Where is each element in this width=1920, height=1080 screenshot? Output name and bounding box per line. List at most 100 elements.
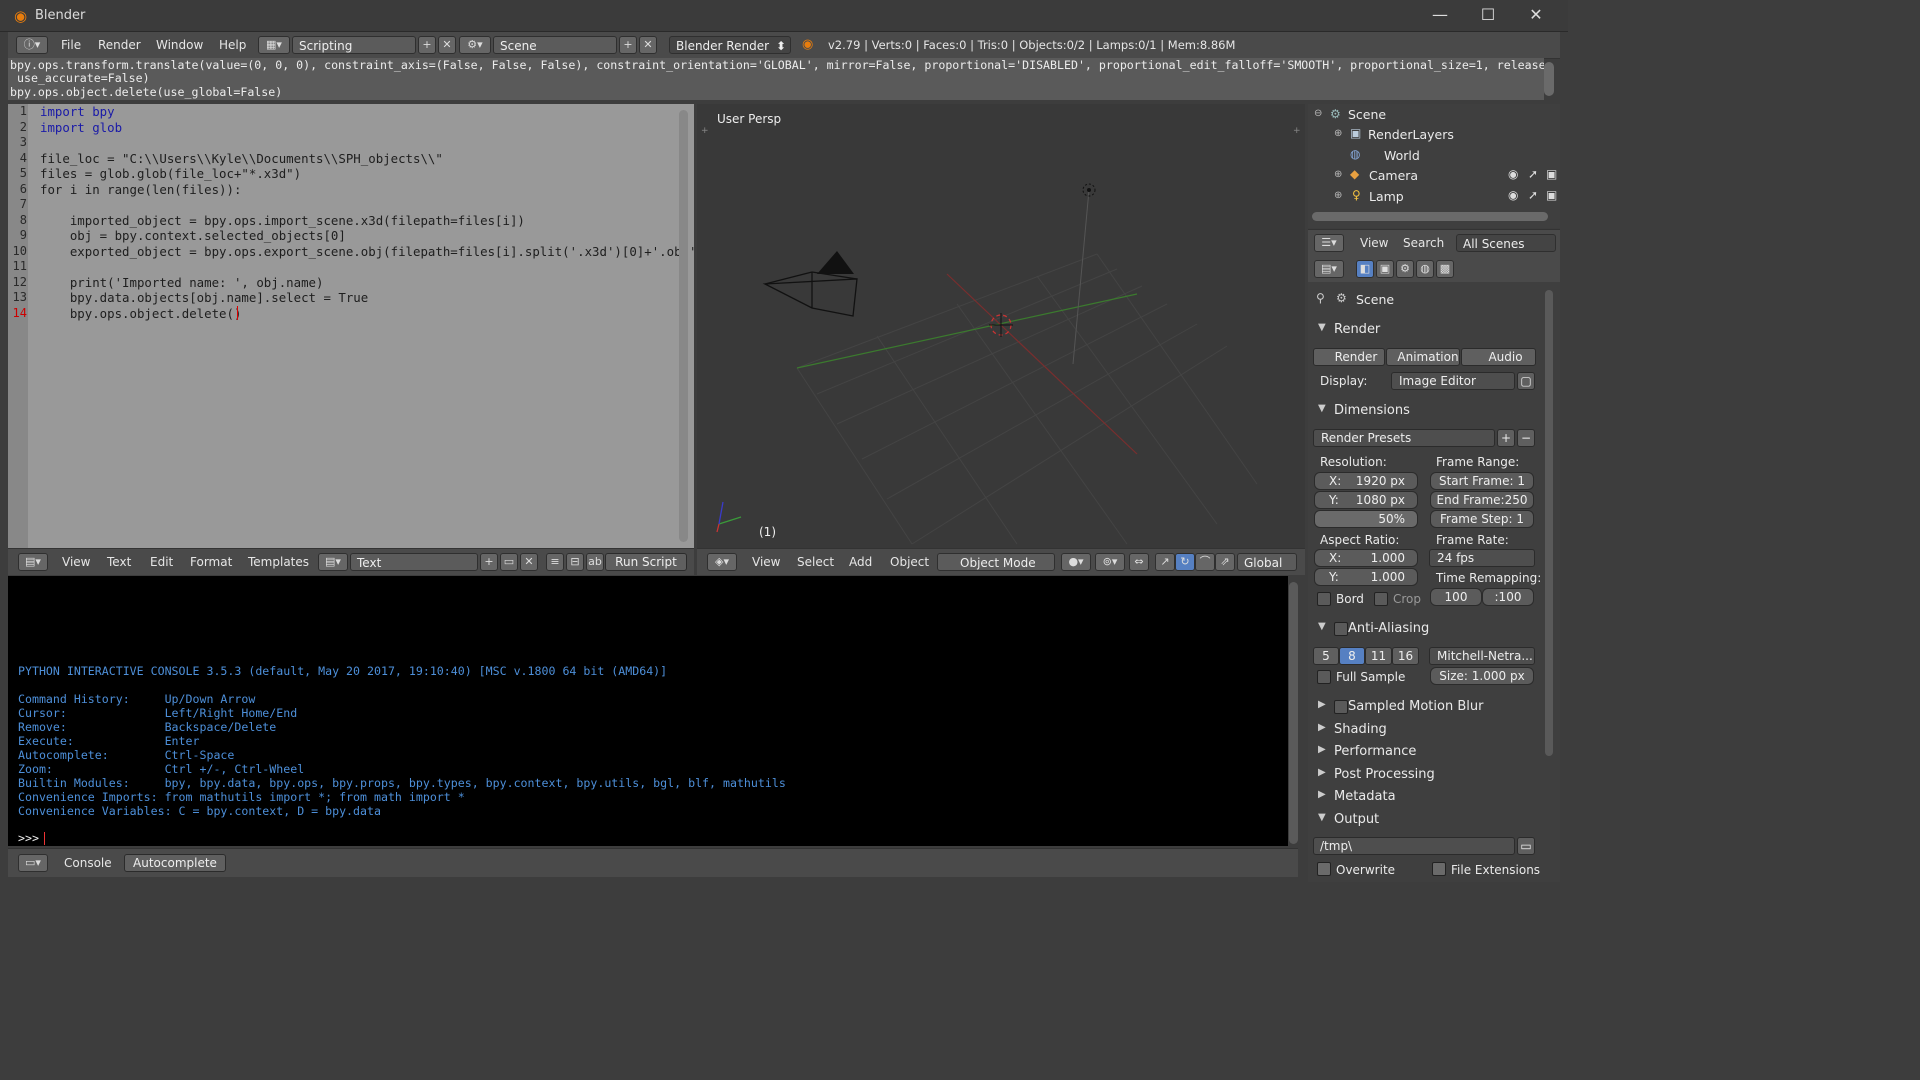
menu-format[interactable]: Format <box>190 555 232 569</box>
resolution-y-field[interactable]: Y: 1080 px <box>1314 491 1418 509</box>
motion-blur-checkbox[interactable] <box>1334 700 1348 714</box>
menu-object[interactable]: Object <box>890 555 929 569</box>
report-scrollbar[interactable] <box>1544 62 1554 96</box>
console-menu[interactable]: Console <box>64 856 112 870</box>
renderlayers-context-icon[interactable]: ▣ <box>1376 260 1394 278</box>
outliner[interactable]: ⊖ ⚙ Scene ⊕ ▣ RenderLayers ◍ World ⊕ ◆ C… <box>1308 104 1560 228</box>
syntax-highlight-toggle-icon[interactable]: ab <box>586 553 604 571</box>
renderability-icon[interactable]: ▣ <box>1546 188 1557 202</box>
selectability-cursor-icon[interactable]: ➚ <box>1528 167 1538 181</box>
screen-layout-icon[interactable]: ▦▾ <box>258 36 290 54</box>
aa-samples-11[interactable]: 11 <box>1365 647 1392 665</box>
maximize-button[interactable]: ☐ <box>1468 4 1508 26</box>
close-button[interactable]: ✕ <box>1516 4 1556 26</box>
new-text-icon[interactable]: + <box>480 553 498 571</box>
render-presets-select[interactable]: Render Presets <box>1313 429 1495 447</box>
display-select[interactable]: Image Editor <box>1391 372 1515 390</box>
aa-samples-16[interactable]: 16 <box>1392 647 1419 665</box>
expand-icon[interactable]: ⊕ <box>1334 128 1342 139</box>
interaction-mode-select[interactable]: Object Mode <box>937 553 1055 571</box>
time-remap-new-field[interactable]: :100 <box>1482 588 1534 606</box>
remove-preset-icon[interactable]: − <box>1517 429 1535 447</box>
pivot-point-icon[interactable]: ⊚▾ <box>1095 553 1125 571</box>
run-script-button[interactable]: Run Script <box>605 553 687 571</box>
end-frame-field[interactable]: End Frame:250 <box>1430 491 1534 509</box>
time-remap-old-field[interactable]: 100 <box>1430 588 1482 606</box>
panel-post-processing-header[interactable]: ▶ Post Processing <box>1312 765 1538 787</box>
scene-icon[interactable]: ⚙▾ <box>459 36 491 54</box>
menu-view[interactable]: View <box>1360 236 1388 250</box>
outliner-item-camera[interactable]: Camera <box>1369 168 1418 183</box>
aa-samples-5[interactable]: 5 <box>1313 647 1339 665</box>
collapse-icon[interactable]: ⊖ <box>1314 108 1322 119</box>
editor-type-3dview-icon[interactable]: ◈▾ <box>707 553 737 571</box>
panel-output-header[interactable]: ▼ Output <box>1312 810 1538 832</box>
panel-performance-header[interactable]: ▶ Performance <box>1312 742 1538 764</box>
pin-icon[interactable]: ⚲ <box>1316 291 1325 305</box>
menu-select[interactable]: Select <box>797 555 834 569</box>
toolshelf-toggle-icon[interactable]: + <box>701 126 709 136</box>
add-scene-icon[interactable]: + <box>619 36 637 54</box>
remove-layout-icon[interactable]: ✕ <box>438 36 456 54</box>
scale-manipulator-icon[interactable]: ⌒ <box>1195 553 1215 571</box>
aa-samples-8[interactable]: 8 <box>1339 647 1365 665</box>
border-checkbox[interactable] <box>1317 592 1331 606</box>
editor-type-info-icon[interactable]: ⓘ▾ <box>16 36 48 54</box>
menu-text[interactable]: Text <box>107 555 131 569</box>
menu-view[interactable]: View <box>62 555 90 569</box>
word-wrap-toggle-icon[interactable]: ⊟ <box>566 553 584 571</box>
panel-metadata-header[interactable]: ▶ Metadata <box>1312 787 1538 809</box>
resolution-x-field[interactable]: X: 1920 px <box>1314 472 1418 490</box>
minimize-button[interactable]: — <box>1420 4 1460 26</box>
outliner-item-lamp[interactable]: Lamp <box>1369 189 1404 204</box>
code-area[interactable]: import bpy import glob file_loc = "C:\\U… <box>8 104 696 548</box>
aa-filter-select[interactable]: Mitchell-Netra... <box>1429 647 1535 665</box>
open-text-icon[interactable]: ▭ <box>500 553 518 571</box>
properties-toggle-icon[interactable]: + <box>1293 126 1301 136</box>
outliner-item-world[interactable]: World <box>1384 148 1420 163</box>
menu-templates[interactable]: Templates <box>248 555 309 569</box>
render-context-icon[interactable]: ◧ <box>1356 260 1374 278</box>
scene-field[interactable]: Scene <box>493 36 617 54</box>
browse-folder-icon[interactable]: ▭ <box>1517 837 1535 855</box>
add-preset-icon[interactable]: + <box>1497 429 1515 447</box>
renderability-icon[interactable]: ▣ <box>1546 167 1557 181</box>
visibility-eye-icon[interactable]: ◉ <box>1508 167 1518 181</box>
lock-interface-icon[interactable]: ▢ <box>1517 372 1535 390</box>
expand-icon[interactable]: ⊕ <box>1334 190 1342 201</box>
console-prompt[interactable]: >>> <box>18 831 46 845</box>
autocomplete-button[interactable]: Autocomplete <box>124 854 226 872</box>
audio-button[interactable]: Audio <box>1461 348 1536 366</box>
menu-add[interactable]: Add <box>849 555 872 569</box>
antialiasing-checkbox[interactable] <box>1334 622 1348 636</box>
selectability-cursor-icon[interactable]: ➚ <box>1528 188 1538 202</box>
editor-type-console-icon[interactable]: ▭▾ <box>18 854 48 872</box>
full-sample-checkbox[interactable] <box>1317 670 1331 684</box>
manipulator-toggle-icon[interactable]: ⇔ <box>1129 553 1149 571</box>
screen-layout-field[interactable]: Scripting <box>292 36 416 54</box>
render-button[interactable]: Render <box>1313 348 1385 366</box>
animation-button[interactable]: Animation <box>1386 348 1460 366</box>
panel-render-header[interactable]: ▼ Render <box>1312 320 1538 342</box>
frame-rate-select[interactable]: 24 fps <box>1429 549 1535 567</box>
translate-manipulator-icon[interactable]: ↗ <box>1155 553 1175 571</box>
aspect-x-field[interactable]: X: 1.000 <box>1314 549 1418 567</box>
remove-scene-icon[interactable]: ✕ <box>639 36 657 54</box>
outliner-item-scene[interactable]: Scene <box>1348 107 1386 122</box>
editor-type-text-icon[interactable]: ▤▾ <box>18 553 48 571</box>
transform-orientation-select[interactable]: Global <box>1237 553 1297 571</box>
menu-edit[interactable]: Edit <box>150 555 173 569</box>
filter-size-field[interactable]: Size: 1.000 px <box>1430 667 1534 685</box>
crop-checkbox[interactable] <box>1374 592 1388 606</box>
console-scrollbar[interactable] <box>1289 582 1298 844</box>
world-context-icon[interactable]: ◍ <box>1416 260 1434 278</box>
python-console[interactable]: PYTHON INTERACTIVE CONSOLE 3.5.3 (defaul… <box>8 576 1288 846</box>
line-numbers-toggle-icon[interactable]: ≡ <box>546 553 564 571</box>
file-extensions-checkbox[interactable] <box>1432 862 1446 876</box>
panel-shading-header[interactable]: ▶ Shading <box>1312 720 1538 742</box>
outliner-item-renderlayers[interactable]: RenderLayers <box>1368 127 1454 142</box>
render-engine-select[interactable]: Blender Render ⬍ <box>669 36 791 54</box>
display-mode-select[interactable]: All Scenes <box>1456 234 1556 252</box>
expand-icon[interactable]: ⊕ <box>1334 169 1342 180</box>
menu-render[interactable]: Render <box>98 38 141 52</box>
